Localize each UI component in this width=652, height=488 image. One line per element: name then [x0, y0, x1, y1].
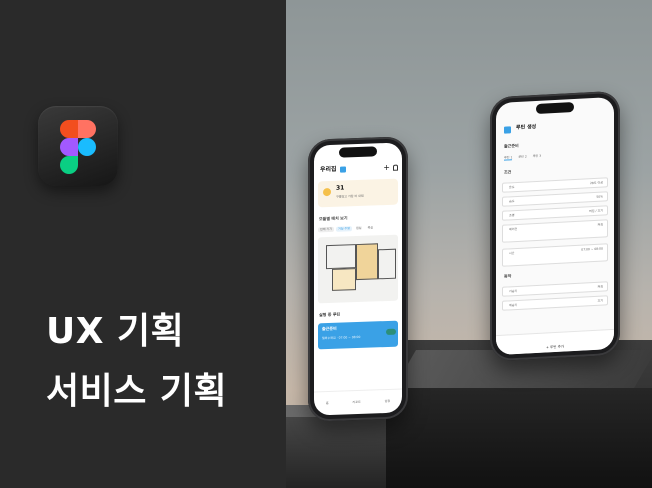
figma-red-shape: [60, 120, 78, 138]
condition-row[interactable]: 온도 28도 이상: [502, 177, 608, 193]
routine-tabs: 루틴 1 루틴 2 루틴 3: [504, 154, 541, 161]
condition-row[interactable]: 시간 07:00 ~ 08:00: [502, 243, 608, 267]
dynamic-island: [536, 102, 574, 114]
chevron-down-icon[interactable]: [339, 166, 346, 174]
routine-card[interactable]: 출근준비 월화수목금 · 07:00 ~ 08:00: [318, 320, 398, 350]
routine-card-title: 출근준비: [322, 325, 337, 332]
bottom-nav: 홈 리포트 설정: [314, 388, 402, 416]
condition-row[interactable]: 조명 켜짐 / 끄기: [502, 205, 608, 221]
condition-group-title: 조건: [504, 169, 512, 175]
action-label: 제습기: [509, 302, 518, 308]
condition-value: 07:00 ~ 08:00: [581, 246, 603, 252]
action-row[interactable]: 제습기 끄기: [502, 295, 608, 311]
room-outline: [326, 244, 356, 270]
left-panel: UX 기획 서비스 기획: [0, 0, 286, 488]
figma-green-shape: [60, 156, 78, 174]
nav-home[interactable]: 홈: [326, 401, 329, 405]
condition-label: 시간: [509, 251, 515, 256]
condition-label: 조명: [509, 213, 515, 218]
condition-value: 켜짐: [597, 222, 603, 227]
home-title: 우리집: [320, 165, 337, 174]
add-routine-label: + 루틴 추가: [545, 344, 565, 350]
action-group-title: 동작: [504, 273, 512, 279]
plinth-right: [386, 388, 652, 488]
room-highlight: [332, 268, 356, 291]
headline-line-2: 서비스 기획: [46, 371, 228, 412]
condition-value: 28도 이상: [589, 180, 603, 186]
figma-purple-shape: [60, 138, 78, 156]
floor-plan-image[interactable]: [318, 234, 398, 304]
floor-tab[interactable]: 욕실: [366, 225, 376, 231]
product-photo-scene: 우리집 + 31 구름많고 가끔 비 내림 모듈별 배치 보기 전체 기기 거실…: [286, 0, 652, 488]
nav-settings[interactable]: 설정: [385, 399, 391, 403]
condition-value: 50%: [596, 194, 603, 199]
dynamic-island: [339, 146, 377, 158]
floor-plan-title: 모듈별 배치 보기: [319, 215, 348, 222]
floor-tab[interactable]: 거실·주방: [336, 226, 352, 233]
weather-icon: [323, 187, 331, 197]
weather-card[interactable]: 31 구름많고 가끔 비 내림: [318, 178, 398, 208]
condition-label: 에어컨: [509, 226, 518, 232]
home-screen: 우리집 + 31 구름많고 가끔 비 내림 모듈별 배치 보기 전체 기기 거실…: [314, 142, 402, 416]
routine-screen-title: 루틴 생성: [516, 123, 537, 132]
weather-desc: 구름많고 가끔 비 내림: [336, 193, 364, 199]
floor-tab[interactable]: 전체 기기: [318, 226, 334, 233]
condition-label: 온도: [509, 185, 515, 190]
add-routine-button[interactable]: + 루틴 추가: [496, 328, 614, 356]
floor-tab[interactable]: 침실: [354, 226, 364, 232]
action-value: 끄기: [597, 298, 603, 303]
condition-label: 습도: [509, 199, 515, 204]
room-highlight: [356, 243, 378, 281]
routine-section-title: 출근준비: [504, 142, 519, 149]
action-row[interactable]: 가습기 켜짐: [502, 281, 608, 297]
condition-row[interactable]: 에어컨 켜짐: [502, 219, 608, 243]
room-outline: [378, 248, 396, 280]
routine-card-sub: 월화수목금 · 07:00 ~ 08:00: [322, 334, 361, 341]
headline-line-1: UX 기획: [46, 311, 185, 352]
nav-report[interactable]: 리포트: [352, 400, 360, 405]
figma-blue-shape: [78, 138, 96, 156]
bell-icon[interactable]: [393, 164, 398, 171]
routine-tab[interactable]: 루틴 3: [533, 154, 541, 160]
routine-tab[interactable]: 루틴 2: [518, 154, 526, 160]
back-button[interactable]: [504, 126, 511, 134]
routine-screen: 루틴 생성 출근준비 루틴 1 루틴 2 루틴 3 조건 온도 28도 이상 습…: [496, 96, 614, 356]
phone-home-screen: 우리집 + 31 구름많고 가끔 비 내림 모듈별 배치 보기 전체 기기 거실…: [308, 136, 408, 422]
figma-orange-shape: [78, 120, 96, 138]
condition-value: 켜짐 / 끄기: [589, 208, 603, 214]
routine-toggle[interactable]: [386, 328, 396, 336]
routine-header: 실행 중 루틴: [319, 311, 341, 318]
add-icon[interactable]: +: [383, 163, 390, 172]
routine-tab[interactable]: 루틴 1: [504, 155, 513, 161]
floor-tabs: 전체 기기 거실·주방 침실 욕실: [318, 225, 376, 233]
action-label: 가습기: [509, 288, 518, 294]
action-value: 켜짐: [597, 284, 603, 289]
figma-app-icon: [38, 106, 118, 186]
weather-temp: 31: [336, 184, 345, 192]
condition-row[interactable]: 습도 50%: [502, 191, 608, 207]
phone-routine-screen: 루틴 생성 출근준비 루틴 1 루틴 2 루틴 3 조건 온도 28도 이상 습…: [490, 90, 620, 362]
